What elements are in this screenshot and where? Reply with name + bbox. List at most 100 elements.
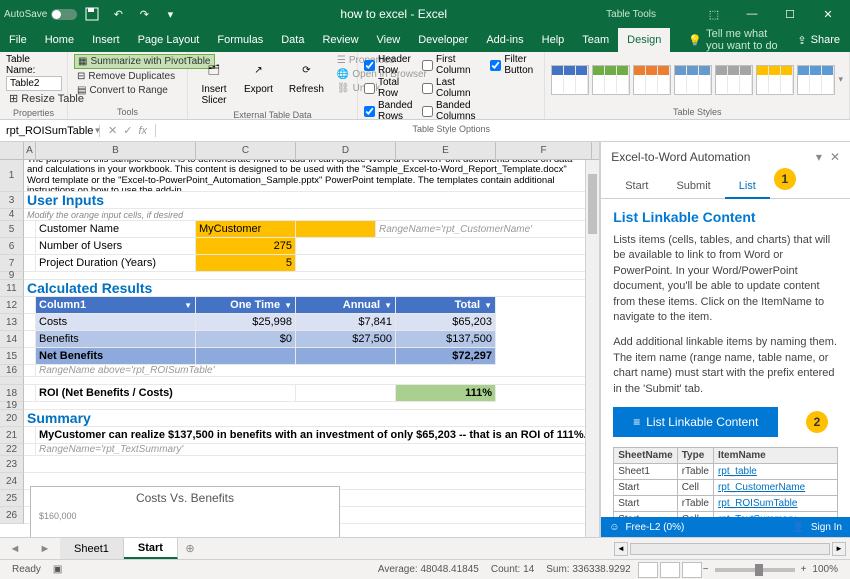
cell[interactable]: $25,998 — [196, 314, 296, 331]
cell[interactable]: $27,500 — [296, 331, 396, 348]
cell-input[interactable]: 275 — [196, 238, 296, 255]
fx-icon[interactable]: fx — [138, 125, 147, 137]
zoom-level[interactable]: 100% — [806, 564, 844, 575]
table-header[interactable]: Column1▼ — [36, 297, 196, 314]
col-header[interactable]: A — [24, 142, 36, 159]
total-row-checkbox[interactable]: Total Row — [364, 77, 418, 99]
list-linkable-button[interactable]: ≡List Linkable Content — [613, 407, 778, 437]
add-sheet-icon[interactable]: ⊕ — [178, 538, 202, 559]
style-thumb[interactable] — [592, 65, 630, 95]
menu-home[interactable]: Home — [36, 28, 83, 52]
worksheet[interactable]: A B C D E F 1The purpose of this sample … — [0, 142, 600, 537]
cell[interactable]: The purpose of this sample content is to… — [24, 160, 592, 192]
style-thumb[interactable] — [715, 65, 753, 95]
maximize-icon[interactable]: ☐ — [772, 3, 808, 25]
first-col-checkbox[interactable]: First Column — [422, 54, 486, 76]
header-row-checkbox[interactable]: Header Row — [364, 54, 418, 76]
minimize-icon[interactable]: — — [734, 3, 770, 25]
row-header[interactable]: 9 — [0, 272, 24, 280]
zoom-slider[interactable] — [715, 568, 795, 572]
cell[interactable]: $0 — [196, 331, 296, 348]
row-header[interactable]: 25 — [0, 490, 24, 507]
sheet-tab[interactable]: Start — [124, 538, 178, 559]
cell[interactable]: RangeName='rpt_CustomerName' — [376, 221, 592, 238]
row-header[interactable]: 19 — [0, 402, 24, 410]
menu-team[interactable]: Team — [573, 28, 618, 52]
close-icon[interactable]: ✕ — [810, 3, 846, 25]
col-header[interactable]: F — [496, 142, 592, 159]
select-all-corner[interactable] — [0, 142, 24, 159]
section-heading[interactable]: User Inputs — [24, 192, 592, 209]
banded-rows-checkbox[interactable]: Banded Rows — [364, 100, 418, 122]
style-thumb[interactable] — [674, 65, 712, 95]
tab-submit[interactable]: Submit — [662, 174, 724, 198]
cell[interactable]: $72,297 — [396, 348, 496, 365]
redo-icon[interactable]: ↷ — [133, 3, 155, 25]
vertical-scrollbar[interactable] — [585, 160, 599, 537]
style-thumb[interactable] — [797, 65, 835, 95]
cell[interactable]: RangeName='rpt_TextSummary' — [36, 444, 592, 456]
cell[interactable] — [296, 348, 396, 365]
menu-data[interactable]: Data — [272, 28, 313, 52]
cell[interactable]: $7,841 — [296, 314, 396, 331]
row-header[interactable]: 1 — [0, 160, 24, 192]
view-page-layout-icon[interactable] — [660, 562, 680, 578]
row-header[interactable]: 11 — [0, 280, 24, 297]
row-header[interactable]: 12 — [0, 297, 24, 314]
menu-help[interactable]: Help — [533, 28, 574, 52]
cell[interactable]: Number of Users — [36, 238, 196, 255]
cell[interactable]: RangeName above='rpt_ROISumTable' — [36, 365, 592, 377]
col-header[interactable]: E — [396, 142, 496, 159]
cell[interactable]: $137,500 — [396, 331, 496, 348]
cancel-formula-icon[interactable]: ✕ — [108, 124, 117, 137]
zoom-out-icon[interactable]: − — [703, 564, 709, 575]
menu-formulas[interactable]: Formulas — [208, 28, 272, 52]
sheet-tab[interactable]: Sheet1 — [60, 538, 124, 559]
style-thumb[interactable] — [633, 65, 671, 95]
cell[interactable]: Benefits — [36, 331, 196, 348]
row-header[interactable]: 20 — [0, 410, 24, 427]
cell[interactable]: $65,203 — [396, 314, 496, 331]
table-name-input[interactable] — [6, 76, 62, 91]
col-header[interactable]: B — [36, 142, 196, 159]
filter-button-checkbox[interactable]: Filter Button — [490, 54, 538, 76]
row-header[interactable]: 4 — [0, 209, 24, 221]
undo-icon[interactable]: ↶ — [107, 3, 129, 25]
tab-start[interactable]: Start — [611, 174, 662, 198]
row-header[interactable]: 26 — [0, 507, 24, 524]
row-header[interactable]: 14 — [0, 331, 24, 348]
banded-cols-checkbox[interactable]: Banded Columns — [422, 100, 486, 122]
menu-view[interactable]: View — [368, 28, 410, 52]
style-thumb[interactable] — [551, 65, 589, 95]
signin-button[interactable]: Sign In — [811, 522, 842, 533]
qat-dropdown-icon[interactable]: ▾ — [159, 3, 181, 25]
row-header[interactable]: 22 — [0, 444, 24, 456]
last-col-checkbox[interactable]: Last Column — [422, 77, 486, 99]
row-header[interactable]: 24 — [0, 473, 24, 490]
cell[interactable]: 111% — [396, 385, 496, 402]
row-header[interactable]: 3 — [0, 192, 24, 209]
row-header[interactable]: 21 — [0, 427, 24, 444]
view-page-break-icon[interactable] — [682, 562, 702, 578]
cell[interactable]: MyCustomer can realize $137,500 in benef… — [36, 427, 592, 444]
name-box[interactable]: rpt_ROISumTable▼ — [0, 125, 100, 137]
taskpane-close-icon[interactable]: ✕ — [830, 150, 840, 164]
macro-record-icon[interactable]: ▣ — [47, 564, 68, 575]
item-link[interactable]: rpt_CustomerName — [718, 482, 805, 493]
cell[interactable]: Modify the orange input cells, if desire… — [24, 209, 592, 221]
menu-addins[interactable]: Add-ins — [477, 28, 532, 52]
autosave-toggle[interactable]: AutoSave — [4, 9, 77, 20]
row-header[interactable]: 23 — [0, 456, 24, 473]
row-header[interactable]: 6 — [0, 238, 24, 255]
cell[interactable]: Customer Name — [36, 221, 196, 238]
menu-design[interactable]: Design — [618, 28, 670, 52]
item-link[interactable]: rpt_ROISumTable — [718, 498, 797, 509]
export-button[interactable]: ↗Export — [238, 54, 279, 97]
sheet-nav-prev-icon[interactable]: ◄ — [0, 538, 30, 559]
table-header[interactable]: Total▼ — [396, 297, 496, 314]
cell-input[interactable]: MyCustomer — [196, 221, 296, 238]
cell[interactable]: Project Duration (Years) — [36, 255, 196, 272]
save-icon[interactable] — [81, 3, 103, 25]
sheet-nav-next-icon[interactable]: ► — [30, 538, 60, 559]
cell[interactable] — [196, 348, 296, 365]
